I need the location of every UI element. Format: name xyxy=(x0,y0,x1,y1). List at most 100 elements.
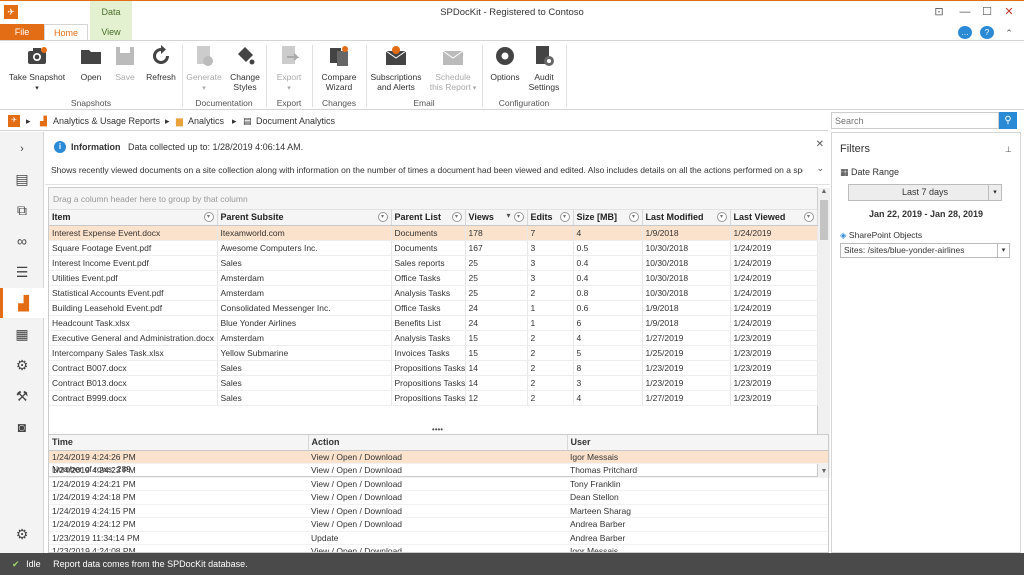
chat-icon[interactable]: … xyxy=(958,26,972,39)
pin-icon[interactable]: ⊥ xyxy=(1005,145,1012,154)
table-cell: 0.5 xyxy=(573,240,643,256)
compare-wizard-button[interactable]: Compare Wizard xyxy=(316,44,362,92)
take-snapshot-button[interactable]: Take Snapshot ▾ xyxy=(4,44,70,94)
status-bar: ✔ Idle Report data comes from the SPDocK… xyxy=(0,553,1024,575)
table-row[interactable]: Executive General and Administration.doc… xyxy=(49,330,818,346)
column-header[interactable]: Views ▾ ▾ xyxy=(465,210,528,226)
sidebar-item-permissions[interactable]: ⚙ xyxy=(0,350,44,380)
table-cell: 4 xyxy=(573,330,643,346)
folder-icon: ▆ xyxy=(176,116,183,126)
group-email: Email xyxy=(413,98,435,108)
filter-icon[interactable]: ▾ xyxy=(377,212,388,222)
change-styles-button[interactable]: Change Styles xyxy=(226,44,264,92)
column-header[interactable]: Edits ▾ xyxy=(527,210,574,226)
options-button[interactable]: Options xyxy=(486,44,524,82)
chevron-down-icon[interactable]: ⌄ xyxy=(816,163,824,174)
filter-icon[interactable]: ▾ xyxy=(451,212,462,222)
date-range-select[interactable]: Last 7 days ▾ xyxy=(848,184,1002,201)
generate-button[interactable]: Generate ▾ xyxy=(184,44,224,94)
table-row[interactable]: Square Footage Event.pdf Awesome Computer… xyxy=(49,240,818,256)
sp-objects-select[interactable]: Sites: /sites/blue-yonder-airlines ▾ xyxy=(840,243,1010,258)
table-row[interactable]: Contract B999.docx Sales Propositions Task… xyxy=(49,390,818,406)
column-header[interactable]: Time xyxy=(49,435,309,451)
filter-icon[interactable]: ▾ xyxy=(513,212,524,222)
home-icon[interactable]: ✈ xyxy=(8,115,20,127)
table-row[interactable]: Utilities Event.pdf Amsterdam Office Tasks… xyxy=(49,270,818,286)
table-cell: Contract B007.docx xyxy=(49,360,218,376)
info-panel: i Information Data collected up to: 1/28… xyxy=(45,135,830,185)
table-row[interactable]: Interest Income Event.pdf Sales Sales repo… xyxy=(49,255,818,271)
open-button[interactable]: Open xyxy=(76,44,106,82)
refresh-button[interactable]: Refresh xyxy=(144,44,178,82)
list-item[interactable]: 1/24/2019 4:24:18 PM View / Open / Downlo… xyxy=(49,490,828,505)
column-header[interactable]: Last Modified ▾ xyxy=(642,210,731,226)
column-header[interactable]: Parent List ▾ xyxy=(391,210,466,226)
column-header[interactable]: Action xyxy=(308,435,568,451)
filter-icon[interactable]: ▾ xyxy=(803,212,814,222)
column-header[interactable]: Last Viewed ▾ xyxy=(730,210,818,226)
filter-icon[interactable]: ▾ xyxy=(628,212,639,222)
table-row[interactable]: Headcount Task.xlsx Blue Yonder Airlines B… xyxy=(49,315,818,331)
column-header[interactable]: Parent Subsite ▾ xyxy=(217,210,392,226)
breadcrumb-document-analytics[interactable]: Document Analytics xyxy=(256,116,335,126)
table-cell: 3 xyxy=(527,255,574,271)
search-input[interactable] xyxy=(831,112,999,129)
save-button[interactable]: Save xyxy=(110,44,140,82)
list-item[interactable]: 1/24/2019 4:24:23 PM View / Open / Downlo… xyxy=(49,463,828,478)
help-icon[interactable]: ? xyxy=(980,26,994,39)
sidebar-item-snapshots[interactable]: ◙ xyxy=(0,412,44,442)
sidebar-item-analytics[interactable]: ▟ xyxy=(0,288,44,318)
list-item[interactable]: 1/24/2019 4:24:15 PM View / Open / Downlo… xyxy=(49,504,828,518)
schedule-report-button[interactable]: Schedule this Report ▾ xyxy=(428,44,478,94)
audit-settings-button[interactable]: Audit Settings xyxy=(526,44,562,92)
restore-layout-icon[interactable]: ⊡ xyxy=(930,4,948,20)
column-header[interactable]: User xyxy=(567,435,828,451)
sidebar-item-farm-explorer[interactable]: ▤ xyxy=(0,164,44,194)
tab-home[interactable]: Home xyxy=(44,24,88,40)
column-header[interactable]: Item ▾ xyxy=(49,210,218,226)
table-row[interactable]: Intercompany Sales Task.xlsx Yellow Subma… xyxy=(49,345,818,361)
splitter-handle[interactable]: •••• xyxy=(45,426,830,434)
breadcrumb-analytics[interactable]: Analytics xyxy=(188,116,224,126)
filter-icon[interactable]: ▾ xyxy=(203,212,214,222)
export-button[interactable]: Export ▾ xyxy=(270,44,308,94)
expand-sidebar-icon[interactable]: › xyxy=(0,134,44,164)
table-cell: Interest Income Event.pdf xyxy=(49,255,218,271)
sidebar-item-hierarchy[interactable]: ⧉ xyxy=(0,195,44,225)
table-cell: Sales xyxy=(217,375,392,391)
collapse-ribbon-icon[interactable]: ⌃ xyxy=(1000,25,1018,41)
list-item[interactable]: 1/23/2019 4:24:08 PM View / Open / Downlo… xyxy=(49,544,828,552)
tab-file[interactable]: File xyxy=(0,24,44,40)
table-cell: 2 xyxy=(527,360,574,376)
table-cell: 1/23/2019 xyxy=(730,390,818,406)
table-row[interactable]: Contract B007.docx Sales Propositions Task… xyxy=(49,360,818,376)
table-cell: Contract B013.docx xyxy=(49,375,218,391)
maximize-button[interactable]: ☐ xyxy=(978,4,996,20)
breadcrumb-analytics-usage[interactable]: Analytics & Usage Reports xyxy=(53,116,160,126)
table-row[interactable]: Statistical Accounts Event.pdf Amsterdam A… xyxy=(49,285,818,301)
list-item[interactable]: 1/24/2019 4:24:21 PM View / Open / Downlo… xyxy=(49,477,828,491)
sidebar-item-settings[interactable]: ⚙ xyxy=(0,519,44,549)
list-item[interactable]: 1/24/2019 4:24:26 PM View / Open / Downlo… xyxy=(49,450,828,464)
table-row[interactable]: Contract B013.docx Sales Propositions Task… xyxy=(49,375,818,391)
table-cell: 1/23/2019 xyxy=(730,375,818,391)
close-info-icon[interactable]: ✕ xyxy=(816,139,824,150)
sidebar-item-binoculars[interactable]: ∞ xyxy=(0,226,44,256)
table-row[interactable]: Building Leasehold Event.pdf Consolidated… xyxy=(49,300,818,316)
close-button[interactable]: ✕ xyxy=(1000,4,1018,20)
minimize-button[interactable]: — xyxy=(956,4,974,20)
table-row[interactable]: Interest Expense Event.docx Itexamworld.c… xyxy=(49,225,818,241)
search-icon[interactable]: ⚲ xyxy=(999,112,1017,129)
group-by-panel[interactable]: Drag a column header here to group by th… xyxy=(49,188,817,210)
sidebar-item-reports[interactable]: ☰ xyxy=(0,257,44,287)
subscriptions-alerts-button[interactable]: Subscriptions and Alerts xyxy=(368,44,424,92)
list-item[interactable]: 1/23/2019 11:34:14 PM Update Andrea Barber xyxy=(49,531,828,545)
tab-view[interactable]: View xyxy=(90,24,132,40)
sidebar-item-tools[interactable]: ⚒ xyxy=(0,381,44,411)
table-cell: 24 xyxy=(465,300,528,316)
filter-icon[interactable]: ▾ xyxy=(559,212,570,222)
sidebar-item-documents[interactable]: ▦ xyxy=(0,319,44,349)
list-item[interactable]: 1/24/2019 4:24:12 PM View / Open / Downlo… xyxy=(49,517,828,532)
filter-icon[interactable]: ▾ xyxy=(716,212,727,222)
column-header[interactable]: Size [MB] ▾ xyxy=(573,210,643,226)
